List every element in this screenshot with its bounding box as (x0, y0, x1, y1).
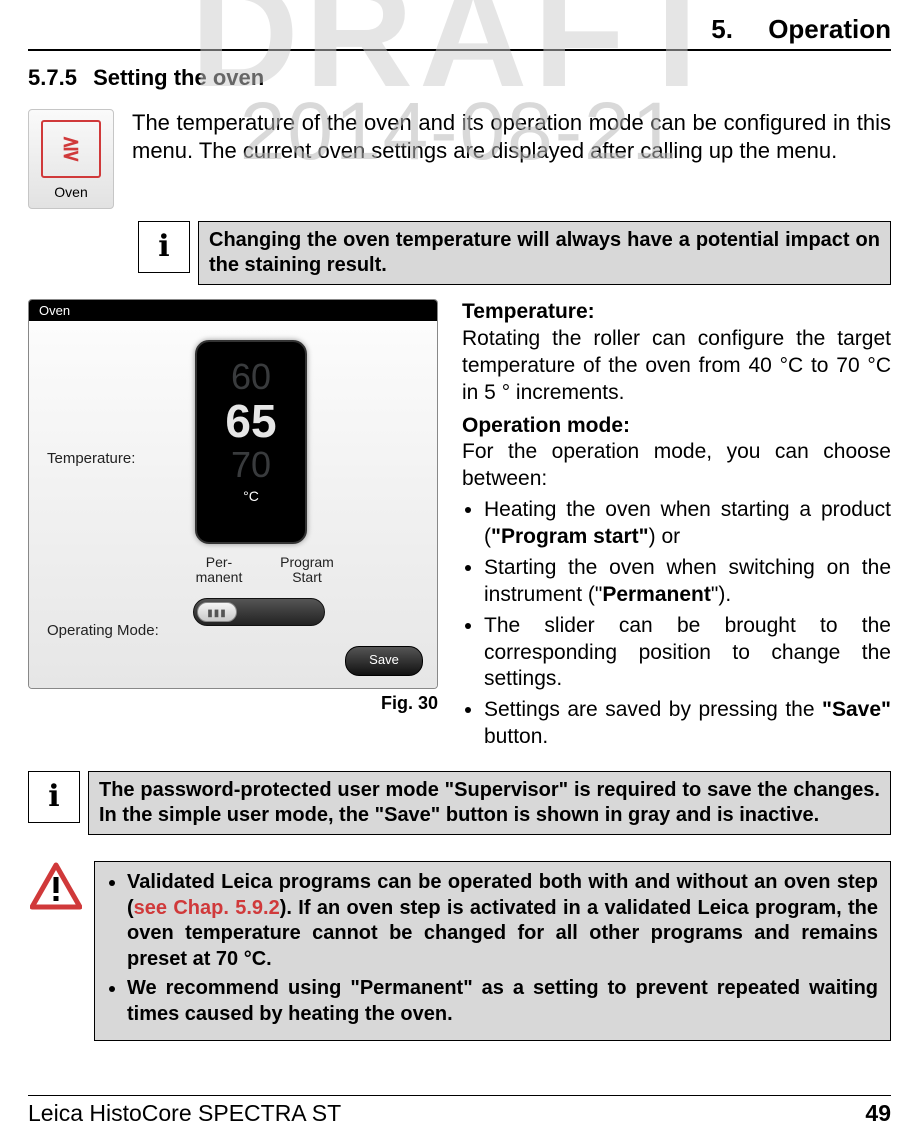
cross-reference: see Chap. 5.9.2 (134, 897, 280, 919)
list-item: Settings are saved by pressing the "Save… (484, 697, 891, 751)
oven-icon-label: Oven (35, 184, 107, 200)
list-item: We recommend using "Permanent" as a sett… (127, 976, 878, 1027)
temp-prev: 60 (197, 356, 305, 398)
body-text: Temperature: Rotating the roller can con… (462, 299, 891, 757)
opmode-intro: For the operation mode, you can choose b… (462, 439, 891, 493)
section-title: Setting the oven (93, 65, 264, 90)
section-number: 5.7.5 (28, 65, 77, 90)
oven-icon: ⋛ Oven (28, 109, 114, 209)
list-item: Heating the oven when starting a product… (484, 497, 891, 551)
note-2: The password-protected user mode "Superv… (88, 771, 891, 835)
section-heading: 5.7.5 Setting the oven (28, 65, 891, 91)
figure-opmode-label: Operating Mode: (47, 622, 159, 639)
temp-body: Rotating the roller can configure the ta… (462, 326, 891, 407)
temp-next: 70 (197, 444, 305, 486)
slider-knob[interactable]: ▮▮▮ (197, 602, 237, 622)
page-number: 49 (865, 1100, 891, 1127)
intro-text: The temperature of the oven and its oper… (132, 109, 891, 165)
temp-unit: °C (197, 488, 305, 504)
figure-title: Oven (29, 300, 437, 321)
warning-icon (28, 861, 84, 911)
chapter-header: 5. Operation (28, 14, 891, 51)
list-item: Validated Leica programs can be operated… (127, 870, 878, 972)
note-1: Changing the oven temperature will alway… (198, 221, 891, 285)
chapter-number: 5. (711, 14, 733, 44)
operating-mode-slider[interactable]: ▮▮▮ (193, 598, 325, 626)
mode-programstart-label: ProgramStart (277, 555, 337, 584)
mode-permanent-label: Per-manent (189, 555, 249, 584)
product-name: Leica HistoCore SPECTRA ST (28, 1100, 341, 1127)
opmode-heading: Operation mode: (462, 414, 630, 437)
page-footer: Leica HistoCore SPECTRA ST 49 (28, 1095, 891, 1127)
figure-temp-label: Temperature: (47, 450, 135, 467)
oven-icon-glyph: ⋛ (41, 120, 101, 178)
temp-heading: Temperature: (462, 300, 595, 323)
info-icon: ℹ (138, 221, 190, 273)
info-icon: ℹ (28, 771, 80, 823)
temperature-roller[interactable]: 60 65 70 °C (195, 340, 307, 544)
warning-box: Validated Leica programs can be operated… (94, 861, 891, 1041)
save-button[interactable]: Save (345, 646, 423, 676)
temp-current: 65 (197, 394, 305, 448)
figure-caption: Fig. 30 (28, 693, 438, 714)
chapter-title: Operation (768, 14, 891, 44)
list-item: Starting the oven when switching on the … (484, 555, 891, 609)
list-item: The slider can be brought to the corresp… (484, 613, 891, 694)
figure-oven-settings: Oven Temperature: Operating Mode: 60 65 … (28, 299, 438, 689)
